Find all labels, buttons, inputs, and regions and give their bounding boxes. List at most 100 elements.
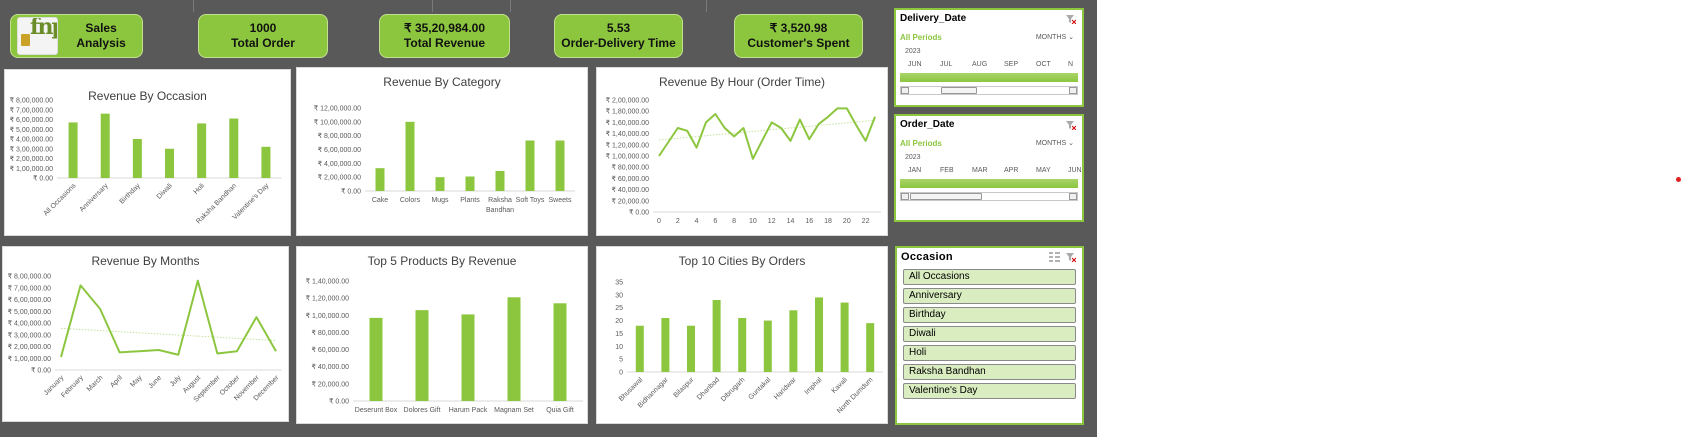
slicer-item[interactable]: Raksha Bandhan [903,364,1076,380]
y-tick-label: ₹ 2,00,000.00 [8,343,51,351]
year-label: 2023 [905,154,921,161]
x-tick-label: May [129,374,144,389]
chart-revenue-by-category[interactable]: Revenue By Category ₹ 0.00 ₹ 2,00,000.00 ₹… [296,67,588,236]
x-tick-label: All Occasions [43,182,78,217]
bar [405,121,415,191]
y-tick-label: ₹ 0.00 [31,367,51,375]
timeline-selection-bar[interactable] [900,179,1078,188]
timeline-delivery-date[interactable]: Delivery_Date All Periods MONTHS ⌄ 2023 … [894,8,1084,107]
month-label[interactable]: JAN [908,167,921,174]
x-tick-label: Quia Gift [546,407,574,414]
slicer-item[interactable]: Diwali [903,326,1076,342]
clear-filter-icon[interactable] [1066,14,1076,24]
y-tick-label: ₹ 0.00 [341,188,361,196]
chevron-down-icon: ⌄ [1068,140,1074,147]
x-tick-label: 6 [713,218,717,225]
bar [789,310,798,372]
kpi-label: Total Revenue [403,36,486,50]
time-level-value: MONTHS [1035,140,1067,147]
y-tick-label: ₹ 1,60,000.00 [606,119,649,127]
x-tick-label: Kavali [831,376,850,395]
x-tick-label: Dhanbad [696,376,721,401]
slicer-occasion[interactable]: Occasion All Occasions Anniversary Birthda… [895,246,1084,425]
x-tick-label: 0 [657,218,661,225]
y-tick-label: 25 [615,305,623,312]
scroll-left-icon[interactable] [901,87,909,94]
time-level-dropdown[interactable]: MONTHS ⌄ [1036,33,1074,41]
timeline-scrollbar[interactable] [900,86,1078,95]
slicer-item[interactable]: All Occasions [903,269,1076,285]
x-tick-label: Guntakal [747,376,772,401]
clear-filter-icon[interactable] [1066,120,1076,130]
y-tick-label: ₹ 12,00,000.00 [314,105,361,113]
x-tick-label: February [60,374,85,399]
x-tick-label: 8 [732,218,736,225]
y-tick-label: ₹ 2,00,000.00 [10,155,53,163]
y-tick-label: ₹ 80,000.00 [311,329,349,337]
logo-text: fnp [30,17,57,40]
x-tick-label: Sweets [549,197,572,204]
month-label[interactable]: MAY [1036,167,1051,174]
multi-select-icon[interactable] [1049,252,1060,262]
slicer-item[interactable]: Holi [903,345,1076,361]
scroll-right-icon[interactable] [1069,87,1077,94]
chart-revenue-by-months[interactable]: Revenue By Months ₹ 0.00 ₹ 1,00,000.00 ₹ 2… [2,246,289,422]
x-tick-label: Raksha Bandhan [486,197,514,214]
series-line [658,107,876,160]
x-tick-label: March [86,374,105,393]
chart-revenue-by-occasion[interactable]: Revenue By Occasion ₹ 0.00 ₹ 1,00,000.00 ₹… [4,69,291,236]
chart-svg: ₹ 0.00 ₹ 20,000.00 ₹ 40,000.00 ₹ 60,000.00 ₹… [306,278,583,414]
scroll-thumb[interactable] [910,193,982,200]
chart-revenue-by-hour[interactable]: Revenue By Hour (Order Time) ₹ 0.00 ₹ 20,… [596,67,888,236]
month-label[interactable]: MAR [972,167,988,174]
x-tick-label: July [169,374,183,388]
timeline-selection-bar[interactable] [900,73,1078,82]
x-tick-label: 18 [824,218,832,225]
all-periods-label: All Periods [900,139,942,148]
x-tick-label: Holi [193,182,207,196]
slicer-item[interactable]: Birthday [903,307,1076,323]
y-tick-label: ₹ 20,000.00 [311,380,349,388]
timeline-order-date[interactable]: Order_Date All Periods MONTHS ⌄ 2023 JAN… [894,114,1084,222]
kpi-total-order: 1000 Total Order [198,14,328,58]
month-label[interactable]: OCT [1036,61,1051,68]
time-level-dropdown[interactable]: MONTHS ⌄ [1036,139,1074,147]
y-tick-label: ₹ 5,00,000.00 [8,308,51,316]
chevron-down-icon: ⌄ [1068,34,1074,41]
x-tick-label: Anniversary [79,182,110,213]
slicer-item[interactable]: Anniversary [903,288,1076,304]
y-tick-label: 30 [615,292,623,299]
timeline-scrollbar[interactable] [900,192,1078,201]
y-tick-label: ₹ 40,000.00 [611,186,649,194]
sheet-gridline [510,0,511,12]
gift-bag-icon [21,34,30,46]
bar [100,113,110,178]
y-tick-label: ₹ 10,00,000.00 [314,118,361,126]
kpi-total-revenue: ₹ 35,20,984.00 Total Revenue [379,14,510,58]
clear-filter-icon[interactable] [1066,252,1076,262]
scroll-right-icon[interactable] [1069,193,1077,200]
chart-top-products[interactable]: Top 5 Products By Revenue ₹ 0.00 ₹ 20,000… [296,246,588,424]
y-tick-label: ₹ 6,00,000.00 [10,116,53,124]
month-label[interactable]: FEB [940,167,954,174]
bar [738,318,747,372]
month-label[interactable]: N [1068,61,1073,68]
kpi-value: ₹ 35,20,984.00 [403,21,486,35]
bar [712,300,721,372]
x-tick-label: 4 [695,218,699,225]
month-label[interactable]: SEP [1004,61,1018,68]
bar [866,323,875,372]
scroll-thumb[interactable] [941,87,977,94]
month-label[interactable]: APR [1004,167,1018,174]
chart-top-cities[interactable]: Top 10 Cities By Orders 0 5 10 15 20 25 30 35 Bh… [596,246,888,424]
y-tick-label: 10 [615,344,623,351]
x-tick-label: June [147,374,163,390]
month-label[interactable]: JUL [940,61,952,68]
month-label[interactable]: JUN [908,61,922,68]
month-label[interactable]: AUG [972,61,987,68]
month-label[interactable]: JUN [1068,167,1082,174]
red-dot-marker [1676,177,1681,182]
scroll-left-icon[interactable] [901,193,909,200]
y-tick-label: ₹ 4,00,000.00 [10,136,53,144]
slicer-item[interactable]: Valentine's Day [903,383,1076,399]
